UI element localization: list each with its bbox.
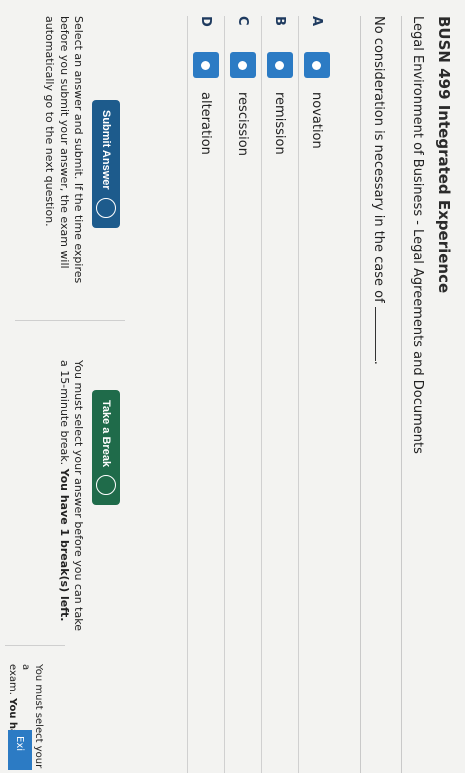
radio-dot-icon <box>275 60 285 70</box>
take-break-button[interactable]: Take a Break <box>92 390 120 506</box>
submit-note: Select an answer and submit. If the time… <box>43 16 85 284</box>
option-a[interactable]: A novation <box>298 16 335 773</box>
answer-blank <box>375 306 387 361</box>
radio-dot-icon <box>312 60 322 70</box>
option-label: rescission <box>235 92 251 156</box>
question-end: . <box>371 360 386 365</box>
radio-button[interactable] <box>193 52 219 78</box>
question-stem: No consideration is necessary in the cas… <box>371 16 386 303</box>
right-note-exam: exam. <box>7 664 18 695</box>
option-letter: A <box>309 16 325 27</box>
submit-icon <box>96 197 116 218</box>
option-c[interactable]: C rescission <box>224 16 261 773</box>
submit-answer-label: Submit Answer <box>100 110 112 190</box>
divider <box>5 645 65 646</box>
take-break-label: Take a Break <box>100 400 112 468</box>
radio-dot-icon <box>238 60 248 70</box>
option-label: novation <box>309 92 325 149</box>
option-label: remission <box>272 92 288 155</box>
question-text: No consideration is necessary in the cas… <box>360 16 387 773</box>
option-letter: D <box>198 16 214 27</box>
answer-options: A novation B remission C rescission D al… <box>187 16 335 773</box>
option-letter: B <box>272 16 288 26</box>
radio-button[interactable] <box>304 52 330 78</box>
radio-button[interactable] <box>267 52 293 78</box>
submit-answer-button[interactable]: Submit Answer <box>92 100 120 228</box>
option-b[interactable]: B remission <box>261 16 298 773</box>
break-count: You have 1 break(s) left. <box>57 468 71 622</box>
option-label: alteration <box>198 92 214 155</box>
course-title: BUSN 499 Integrated Experience <box>435 16 453 294</box>
exam-page: BUSN 499 Integrated Experience Legal Env… <box>0 0 465 773</box>
break-note: You must select your answer before you c… <box>56 360 85 640</box>
option-d[interactable]: D alteration <box>187 16 224 773</box>
exit-button[interactable]: Exi <box>8 730 32 770</box>
option-letter: C <box>235 16 251 26</box>
coffee-icon <box>96 475 116 496</box>
subject-line: Legal Environment of Business - Legal Ag… <box>401 16 425 773</box>
divider <box>15 320 125 321</box>
radio-button[interactable] <box>230 52 256 78</box>
radio-dot-icon <box>201 60 211 70</box>
